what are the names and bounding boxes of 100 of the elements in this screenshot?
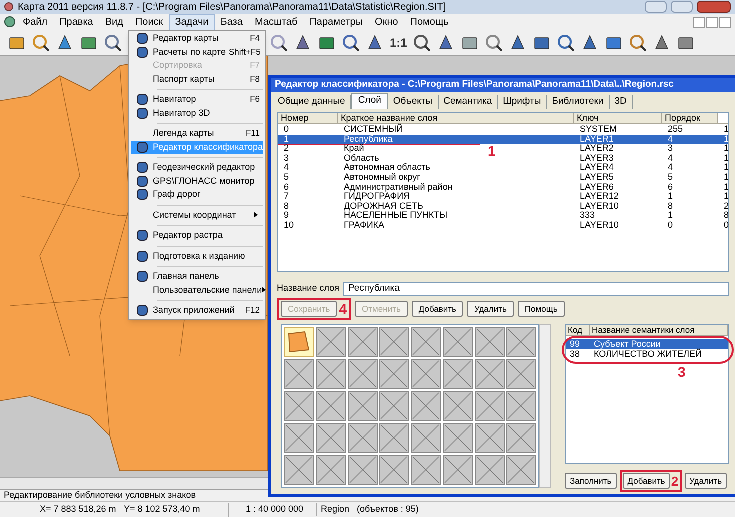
menu-item[interactable]: Редактор растра (131, 229, 263, 242)
menu-bar-item[interactable]: Вид (99, 14, 130, 30)
menu-item[interactable]: Паспорт карты F8 (131, 72, 263, 86)
symbol-cell[interactable] (411, 423, 441, 453)
symbol-cell[interactable] (284, 423, 314, 453)
symbol-cell[interactable] (316, 327, 346, 357)
dialog-button[interactable]: Удалить (684, 473, 727, 489)
menu-item[interactable]: Граф дорог (131, 188, 263, 202)
dialog-button[interactable]: Добавить (412, 301, 464, 317)
scale-button[interactable]: 1:1 (390, 34, 408, 52)
symbol-cell[interactable] (442, 455, 473, 485)
table-row[interactable]: 1 Республика LAYER1 4 1 (278, 134, 728, 144)
menu-item[interactable]: Навигатор 3D (131, 106, 263, 120)
menu-item[interactable]: Системы координат (131, 208, 263, 222)
maximize-button[interactable] (671, 1, 693, 13)
symbol-cell[interactable] (506, 359, 536, 389)
symbol-cell[interactable] (411, 359, 441, 389)
menu-item[interactable]: Геодезический редактор (131, 161, 263, 174)
menu-bar-item[interactable]: Окно (369, 14, 404, 30)
symbol-cell[interactable] (348, 391, 378, 421)
symbol-cell[interactable] (474, 423, 504, 453)
symbol-cell[interactable] (348, 327, 378, 357)
symbol-cell[interactable] (411, 391, 441, 421)
menu-bar-item[interactable]: Масштаб (248, 14, 304, 30)
column-header[interactable]: Номер (278, 113, 338, 124)
column-header[interactable]: Порядок (662, 113, 718, 124)
dialog-button[interactable]: Добавить (622, 473, 670, 489)
symbol-cell[interactable] (379, 327, 410, 357)
symbol-cell[interactable] (284, 359, 314, 389)
layer-name-field[interactable]: Республика (343, 282, 729, 296)
menu-item[interactable]: Подготовка к изданию (131, 250, 263, 263)
symbol-cell[interactable] (474, 455, 504, 485)
table-cell: 1 (724, 125, 730, 134)
menu-bar-item[interactable]: Поиск (129, 14, 170, 30)
symbol-cell[interactable] (284, 455, 314, 485)
vertical-scrollbar[interactable] (539, 324, 551, 488)
symbol-cell[interactable] (474, 327, 504, 357)
dialog-button[interactable]: Заполнить (565, 473, 617, 489)
symbol-cell[interactable] (348, 423, 378, 453)
tab[interactable]: Шрифты (498, 95, 548, 109)
symbol-cell[interactable] (442, 423, 473, 453)
symbol-cell[interactable] (506, 423, 536, 453)
symbol-cell[interactable] (348, 455, 378, 485)
tab[interactable]: 3D (610, 95, 633, 109)
symbol-cell[interactable] (411, 455, 441, 485)
tab[interactable]: Библиотеки (547, 95, 610, 109)
horizontal-scrollbar[interactable] (0, 477, 268, 489)
table-row[interactable]: 99 Субъект России (566, 339, 728, 349)
menu-item[interactable]: Редактор карты F4 (131, 32, 263, 46)
restore-button[interactable] (706, 16, 718, 28)
table-cell: ДОРОЖНАЯ СЕТЬ (344, 202, 424, 211)
symbol-cell[interactable] (284, 327, 314, 357)
menu-item[interactable]: Легенда карты F11 (131, 127, 263, 140)
symbol-cell[interactable] (442, 359, 473, 389)
menu-bar-item[interactable]: Помощь (404, 14, 455, 30)
menu-item[interactable]: Главная панель (131, 270, 263, 284)
column-header[interactable]: Краткое название слоя (338, 113, 574, 124)
symbol-cell[interactable] (442, 391, 473, 421)
tab[interactable]: Слой (351, 93, 388, 109)
dialog-button[interactable]: Удалить (467, 301, 514, 317)
symbol-cell[interactable] (474, 391, 504, 421)
column-header[interactable]: Код (566, 325, 590, 336)
symbol-cell[interactable] (506, 391, 536, 421)
symbol-cell[interactable] (316, 423, 346, 453)
menu-bar-item[interactable]: Параметры (304, 14, 370, 30)
symbol-cell[interactable] (474, 359, 504, 389)
menu-item[interactable]: Запуск приложений F12 (131, 304, 263, 318)
symbol-cell[interactable] (411, 327, 441, 357)
symbol-cell[interactable] (316, 455, 346, 485)
menu-item[interactable]: Расчеты по карте Shift+F5 (131, 46, 263, 59)
tab[interactable]: Объекты (388, 95, 439, 109)
tab[interactable]: Семантика (438, 95, 498, 109)
symbol-cell[interactable] (379, 455, 410, 485)
menu-item[interactable]: GPS\ГЛОНАСС монитор (131, 174, 263, 188)
menu-bar-item[interactable]: Файл (17, 14, 54, 30)
table-cell: НАСЕЛЕННЫЕ ПУНКТЫ (344, 211, 448, 220)
dialog-button[interactable]: Помощь (518, 301, 565, 317)
symbol-cell[interactable] (442, 327, 473, 357)
close-button[interactable] (697, 1, 731, 13)
table-cell: 0 (668, 220, 674, 230)
symbol-cell[interactable] (316, 391, 346, 421)
close-button[interactable] (719, 16, 731, 28)
table-cell: LAYER10 (580, 220, 619, 230)
column-header[interactable]: Ключ (574, 113, 662, 124)
menu-bar-item[interactable]: Задачи (169, 14, 215, 30)
symbol-cell[interactable] (348, 359, 378, 389)
symbol-cell[interactable] (379, 391, 410, 421)
symbol-cell[interactable] (506, 327, 536, 357)
symbol-cell[interactable] (284, 391, 314, 421)
symbol-cell[interactable] (316, 359, 346, 389)
minimize-button[interactable] (693, 16, 705, 28)
shortcut-label: F12 (245, 304, 260, 318)
menu-bar-item[interactable]: База (214, 14, 249, 30)
minimize-button[interactable] (645, 1, 667, 13)
column-header[interactable]: Название семантики слоя (590, 325, 728, 336)
menu-item[interactable]: Навигатор F6 (131, 93, 263, 106)
symbol-cell[interactable] (506, 455, 536, 485)
menu-bar-item[interactable]: Правка (54, 14, 100, 30)
symbol-cell[interactable] (379, 423, 410, 453)
symbol-cell[interactable] (379, 359, 410, 389)
